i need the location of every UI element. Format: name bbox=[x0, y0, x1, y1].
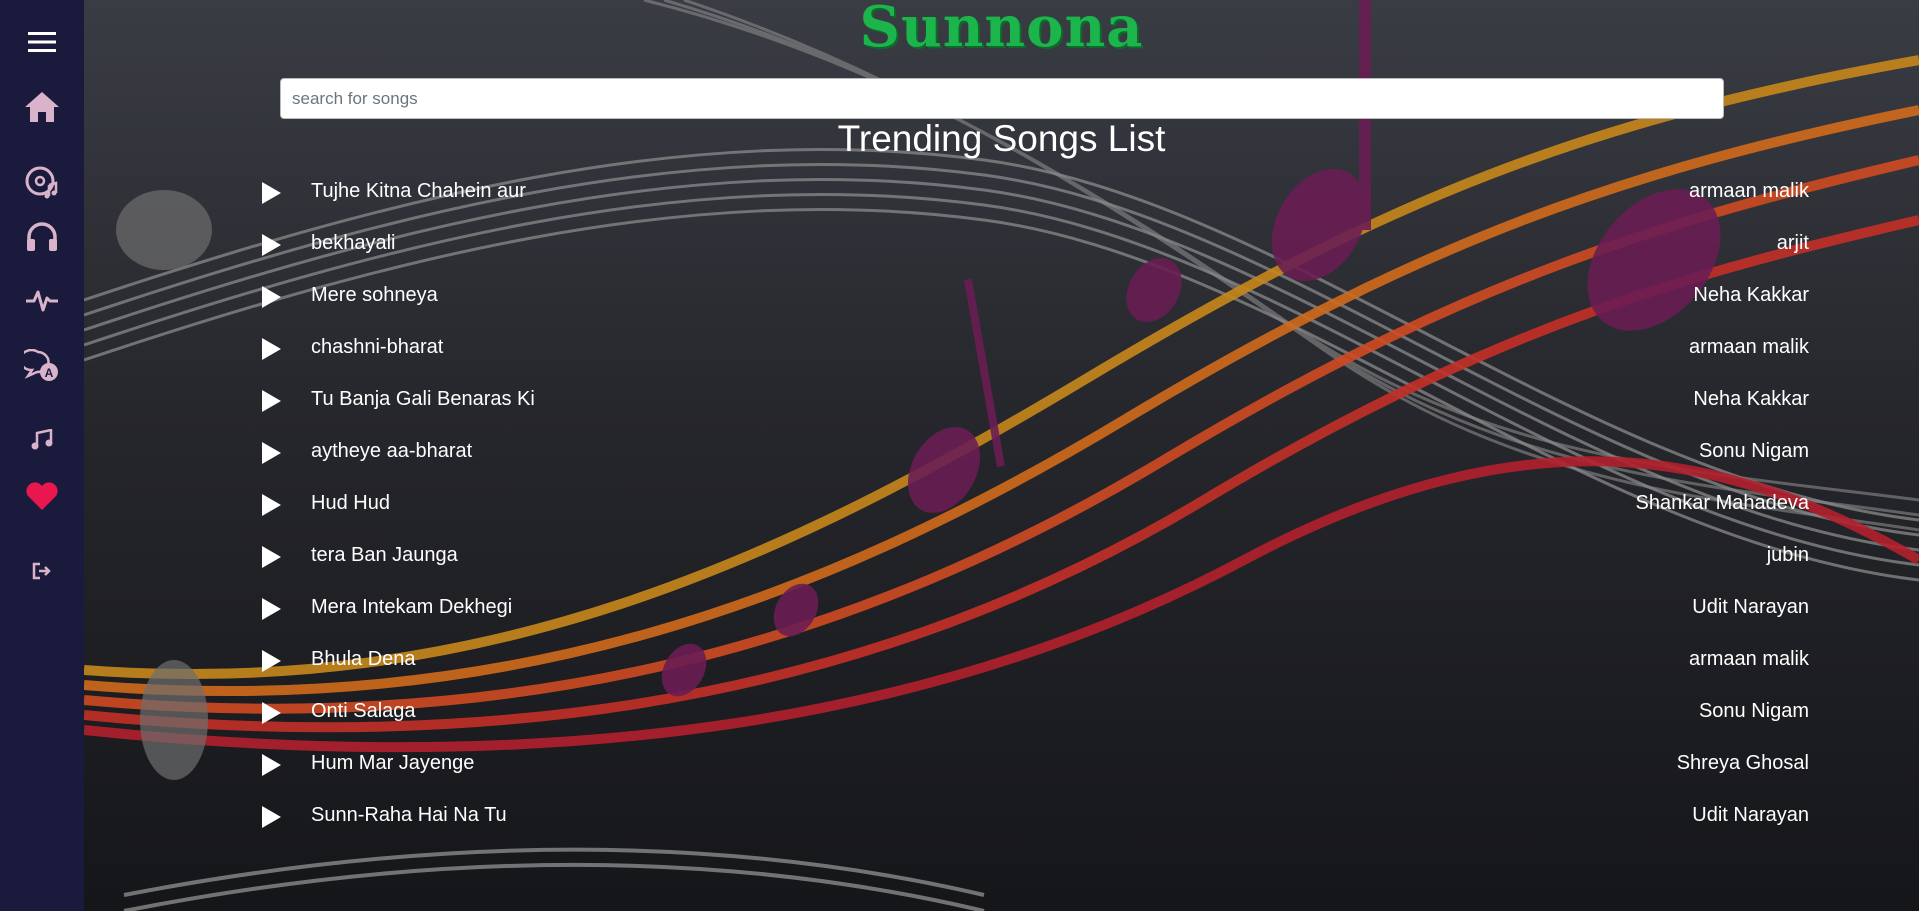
brand-logo: Sunnona bbox=[859, 0, 1144, 60]
song-row[interactable]: Hum Mar Jayenge Shreya Ghosal bbox=[84, 744, 1919, 784]
song-title: Tujhe Kitna Chahein aur bbox=[311, 180, 526, 202]
song-artist: Sonu Nigam bbox=[1698, 440, 1809, 462]
home-icon[interactable] bbox=[0, 90, 84, 124]
play-icon[interactable] bbox=[262, 806, 281, 828]
headphones-icon[interactable] bbox=[0, 216, 84, 256]
song-artist: Shankar Mahadeva bbox=[1635, 492, 1809, 514]
song-title: Mera Intekam Dekhegi bbox=[311, 596, 513, 618]
song-artist: Udit Narayan bbox=[1692, 804, 1809, 826]
play-icon[interactable] bbox=[262, 286, 281, 308]
song-title: Hud Hud bbox=[311, 492, 390, 514]
song-artist: armaan malik bbox=[1688, 648, 1809, 670]
music-disc-icon[interactable] bbox=[0, 162, 84, 202]
song-row[interactable]: Mere sohneya Neha Kakkar bbox=[84, 276, 1919, 316]
heart-icon[interactable] bbox=[0, 476, 84, 516]
play-icon[interactable] bbox=[262, 702, 281, 724]
pulse-icon[interactable] bbox=[0, 282, 84, 318]
play-icon[interactable] bbox=[262, 182, 281, 204]
song-row[interactable]: aytheye aa-bharat Sonu Nigam bbox=[84, 432, 1919, 472]
sidebar: A bbox=[0, 0, 84, 911]
song-title: chashni-bharat bbox=[311, 336, 444, 358]
song-artist: armaan malik bbox=[1688, 180, 1809, 202]
svg-text:A: A bbox=[45, 366, 54, 380]
song-title: Hum Mar Jayenge bbox=[311, 752, 475, 774]
play-icon[interactable] bbox=[262, 598, 281, 620]
song-title: Mere sohneya bbox=[311, 284, 438, 306]
music-note-icon[interactable] bbox=[0, 424, 84, 456]
song-row[interactable]: Tu Banja Gali Benaras Ki Neha Kakkar bbox=[84, 380, 1919, 420]
song-row[interactable]: Onti Salaga Sonu Nigam bbox=[84, 692, 1919, 732]
song-artist: Neha Kakkar bbox=[1693, 284, 1809, 306]
song-artist: Neha Kakkar bbox=[1693, 388, 1809, 410]
play-icon[interactable] bbox=[262, 442, 281, 464]
song-artist: armaan malik bbox=[1688, 336, 1809, 358]
page-title: Trending Songs List bbox=[837, 118, 1166, 159]
play-icon[interactable] bbox=[262, 754, 281, 776]
song-artist: jubin bbox=[1766, 544, 1809, 566]
song-title: Bhula Dena bbox=[311, 648, 416, 670]
song-row[interactable]: chashni-bharat armaan malik bbox=[84, 328, 1919, 368]
play-icon[interactable] bbox=[262, 234, 281, 256]
song-artist: Shreya Ghosal bbox=[1676, 752, 1809, 774]
song-title: bekhayali bbox=[311, 232, 396, 254]
song-title: aytheye aa-bharat bbox=[311, 440, 473, 462]
song-title: Tu Banja Gali Benaras Ki bbox=[311, 388, 535, 410]
song-artist: Udit Narayan bbox=[1692, 596, 1809, 618]
song-row[interactable]: Tujhe Kitna Chahein aur armaan malik bbox=[84, 172, 1919, 212]
search-input[interactable] bbox=[280, 78, 1724, 119]
song-row[interactable]: Hud Hud Shankar Mahadeva bbox=[84, 484, 1919, 524]
play-icon[interactable] bbox=[262, 650, 281, 672]
song-artist: Sonu Nigam bbox=[1698, 700, 1809, 722]
song-row[interactable]: bekhayali arjit bbox=[84, 224, 1919, 264]
song-row[interactable]: Bhula Dena armaan malik bbox=[84, 640, 1919, 680]
song-title: tera Ban Jaunga bbox=[311, 544, 458, 566]
chat-icon[interactable]: A bbox=[0, 346, 84, 386]
play-icon[interactable] bbox=[262, 390, 281, 412]
song-artist: arjit bbox=[1776, 232, 1809, 254]
menu-icon[interactable] bbox=[0, 24, 84, 60]
play-icon[interactable] bbox=[262, 546, 281, 568]
main-content: Sunnona Trending Songs List Tujhe Kitna … bbox=[84, 0, 1919, 911]
play-icon[interactable] bbox=[262, 494, 281, 516]
song-row[interactable]: Mera Intekam Dekhegi Udit Narayan bbox=[84, 588, 1919, 628]
song-title: Onti Salaga bbox=[311, 700, 416, 722]
song-row[interactable]: tera Ban Jaunga jubin bbox=[84, 536, 1919, 576]
song-row[interactable]: Sunn-Raha Hai Na Tu Udit Narayan bbox=[84, 796, 1919, 836]
play-icon[interactable] bbox=[262, 338, 281, 360]
logout-icon[interactable] bbox=[0, 558, 84, 584]
song-title: Sunn-Raha Hai Na Tu bbox=[311, 804, 507, 826]
